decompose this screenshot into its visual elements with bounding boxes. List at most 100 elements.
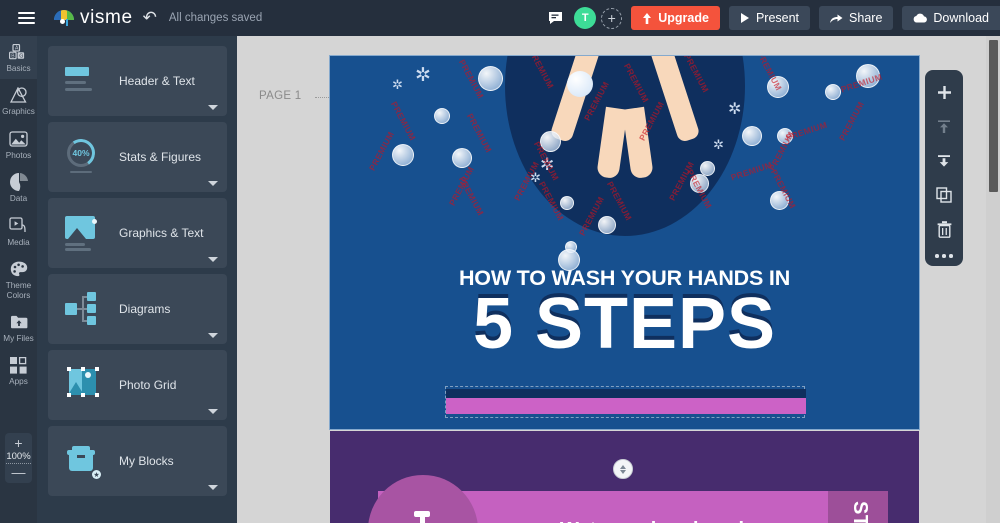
more-dots-icon[interactable] xyxy=(935,248,953,260)
top-bar: visme ↶ All changes saved T + Upgrade Pr… xyxy=(0,0,1000,36)
add-page-icon xyxy=(936,85,953,102)
canvas-scrollbar[interactable] xyxy=(986,36,1000,523)
block-card-header-text[interactable]: Header & Text xyxy=(48,46,227,116)
block-card-label: Graphics & Text xyxy=(119,226,203,240)
bubble xyxy=(700,161,715,176)
content-blocks-panel: Header & Text 40% Stats & Figures Graphi… xyxy=(37,36,237,523)
share-button[interactable]: Share xyxy=(819,6,893,30)
slide-2-step-tab: STEP xyxy=(828,491,888,523)
sidebar-item-basics[interactable]: GAB Basics xyxy=(0,36,37,79)
zoom-in-button[interactable]: + xyxy=(14,438,22,448)
zoom-out-button[interactable]: — xyxy=(12,467,26,477)
chevron-down-icon[interactable] xyxy=(208,181,218,186)
bubble xyxy=(540,131,561,152)
block-card-label: Header & Text xyxy=(119,74,195,88)
upload-folder-icon xyxy=(10,313,28,331)
svg-text:G: G xyxy=(19,54,23,60)
sidebar-item-media[interactable]: Media xyxy=(0,210,37,253)
my-blocks-icon: ★ xyxy=(65,443,101,479)
sparkle-icon: ✲ xyxy=(540,156,554,173)
add-page-button[interactable] xyxy=(929,78,959,108)
undo-arrow-icon[interactable]: ↶ xyxy=(143,8,157,28)
zoom-control: + 100% — xyxy=(5,433,32,483)
chevron-down-icon[interactable] xyxy=(208,257,218,262)
step-tab-label: STEP xyxy=(848,501,871,523)
visme-editor: visme ↶ All changes saved T + Upgrade Pr… xyxy=(0,0,1000,523)
download-button[interactable]: Download xyxy=(902,6,1000,30)
chevron-down-icon[interactable] xyxy=(208,485,218,490)
block-card-my-blocks[interactable]: ★ My Blocks xyxy=(48,426,227,496)
sidebar-item-graphics[interactable]: Graphics xyxy=(0,79,37,122)
block-card-photo-grid[interactable]: Photo Grid xyxy=(48,350,227,420)
premium-watermark: PREMIUM xyxy=(730,160,774,183)
accent-bar-selection[interactable] xyxy=(445,386,805,418)
block-card-diagrams[interactable]: Diagrams xyxy=(48,274,227,344)
canvas-scrollbar-thumb[interactable] xyxy=(989,40,998,192)
block-card-graphics-text[interactable]: Graphics & Text xyxy=(48,198,227,268)
shapes-icon xyxy=(9,86,28,104)
star-badge-icon: ★ xyxy=(92,470,101,479)
diagram-tree-icon xyxy=(65,291,101,327)
save-status: All changes saved xyxy=(169,12,262,24)
bubble xyxy=(434,108,450,124)
move-up-button[interactable] xyxy=(929,112,959,142)
sparkle-icon: ✲ xyxy=(728,102,741,118)
accent-bar xyxy=(446,398,806,414)
bubble xyxy=(690,174,709,193)
slide-2-text[interactable]: Wet your hands using xyxy=(560,519,769,523)
sidebar-item-theme-colors[interactable]: Theme Colors xyxy=(0,253,37,306)
upgrade-button[interactable]: Upgrade xyxy=(631,6,720,30)
top-bar-actions: T + Upgrade Present Share Download xyxy=(545,6,1000,30)
upgrade-button-label: Upgrade xyxy=(658,11,709,25)
chevron-down-icon[interactable] xyxy=(208,333,218,338)
pie-chart-icon xyxy=(10,173,28,191)
block-card-stats-figures[interactable]: 40% Stats & Figures xyxy=(48,122,227,192)
bubble xyxy=(777,128,793,144)
zoom-level[interactable]: 100% xyxy=(6,451,30,464)
present-button-label: Present xyxy=(756,11,799,25)
duplicate-icon xyxy=(936,187,952,203)
avatar[interactable]: T xyxy=(574,7,596,29)
chevron-down-icon[interactable] xyxy=(208,409,218,414)
slide-1[interactable]: ✲ ✲ ✲ ✲ ✲ ✲ PREMIUM PREMIUM PREMIUM PREM… xyxy=(330,56,919,429)
block-card-label: Photo Grid xyxy=(119,378,176,392)
palette-icon xyxy=(10,260,28,278)
stats-donut-value: 40% xyxy=(67,139,95,167)
move-down-icon xyxy=(936,153,952,169)
delete-button[interactable] xyxy=(929,214,959,244)
headline-big[interactable]: 5 STEPS xyxy=(330,288,919,360)
hamburger-menu-icon[interactable] xyxy=(8,0,44,36)
add-user-icon[interactable]: + xyxy=(601,8,622,29)
sidebar-item-apps[interactable]: Apps xyxy=(0,349,37,392)
chevron-down-icon[interactable] xyxy=(208,105,218,110)
sparkle-icon: ✲ xyxy=(415,66,431,85)
upgrade-arrow-icon xyxy=(642,13,652,24)
sidebar-item-photos[interactable]: Photos xyxy=(0,123,37,166)
play-icon xyxy=(740,13,750,23)
move-up-icon xyxy=(936,119,952,135)
soap-dispenser-icon xyxy=(402,511,448,523)
premium-watermark: PREMIUM xyxy=(465,112,494,155)
sidebar-item-label: Basics xyxy=(6,64,30,73)
download-button-label: Download xyxy=(933,11,989,25)
vertical-resize-grip[interactable] xyxy=(613,459,633,479)
sidebar-item-data[interactable]: Data xyxy=(0,166,37,209)
premium-watermark: PREMIUM xyxy=(837,100,866,143)
bubble xyxy=(392,144,414,166)
bubble xyxy=(452,148,472,168)
page-tools-toolbar xyxy=(925,70,963,266)
duplicate-button[interactable] xyxy=(929,180,959,210)
move-down-button[interactable] xyxy=(929,146,959,176)
sidebar-item-label: Data xyxy=(10,194,27,203)
present-button[interactable]: Present xyxy=(729,6,810,30)
sidebar-item-my-files[interactable]: My Files xyxy=(0,306,37,349)
grid-apps-icon xyxy=(10,356,27,374)
brand-name: visme xyxy=(80,7,133,29)
bubble xyxy=(856,64,880,88)
bubble xyxy=(767,76,789,98)
brand-logo-group[interactable]: visme ↶ xyxy=(54,7,157,29)
comment-icon[interactable] xyxy=(545,8,565,28)
left-icon-rail: GAB Basics Graphics Photos Data xyxy=(0,36,37,523)
canvas-area[interactable]: PAGE 1 xyxy=(237,36,1000,523)
bubble xyxy=(478,66,503,91)
